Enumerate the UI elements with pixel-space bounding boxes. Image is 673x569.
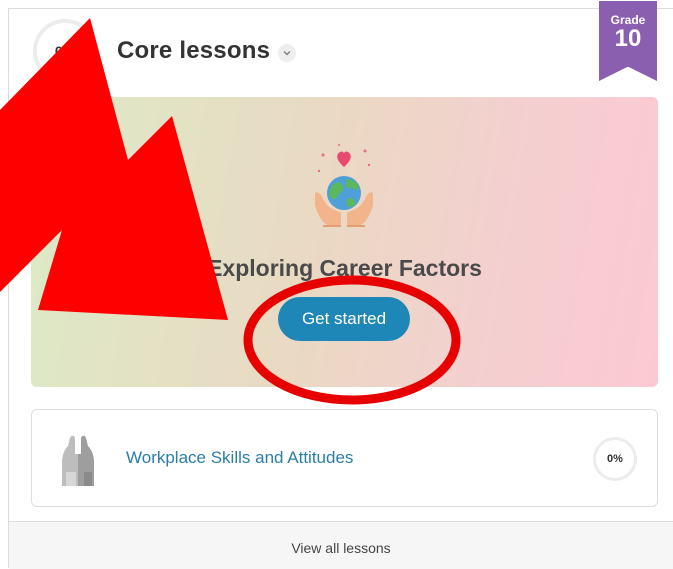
view-all-lessons-link[interactable]: View all lessons: [9, 540, 673, 556]
card-title: Core lessons: [117, 37, 271, 64]
lesson-progress-ring: 0%: [593, 437, 637, 481]
high-five-hands-icon: [62, 435, 94, 486]
core-lessons-card: 0% Core lessons Grade 10 Exploring Caree…: [8, 1, 673, 569]
grade-number: 10: [614, 25, 642, 52]
get-started-button[interactable]: Get started: [278, 297, 410, 341]
chevron-down-icon[interactable]: [278, 44, 296, 62]
lesson-list-item[interactable]: Workplace Skills and Attitudes 0%: [31, 409, 658, 507]
featured-lesson-title: Exploring Career Factors: [207, 255, 482, 281]
lesson-title[interactable]: Workplace Skills and Attitudes: [126, 448, 353, 468]
overall-progress-value: 0%: [54, 43, 76, 59]
lesson-progress-value: 0%: [607, 453, 623, 465]
grade-badge: Grade 10: [599, 1, 657, 81]
overall-progress-ring: 0%: [33, 19, 97, 83]
hands-holding-earth-heart-icon: [315, 144, 373, 227]
featured-lesson-panel: Exploring Career Factors Get started: [31, 97, 658, 387]
card-footer: View all lessons: [9, 521, 673, 569]
